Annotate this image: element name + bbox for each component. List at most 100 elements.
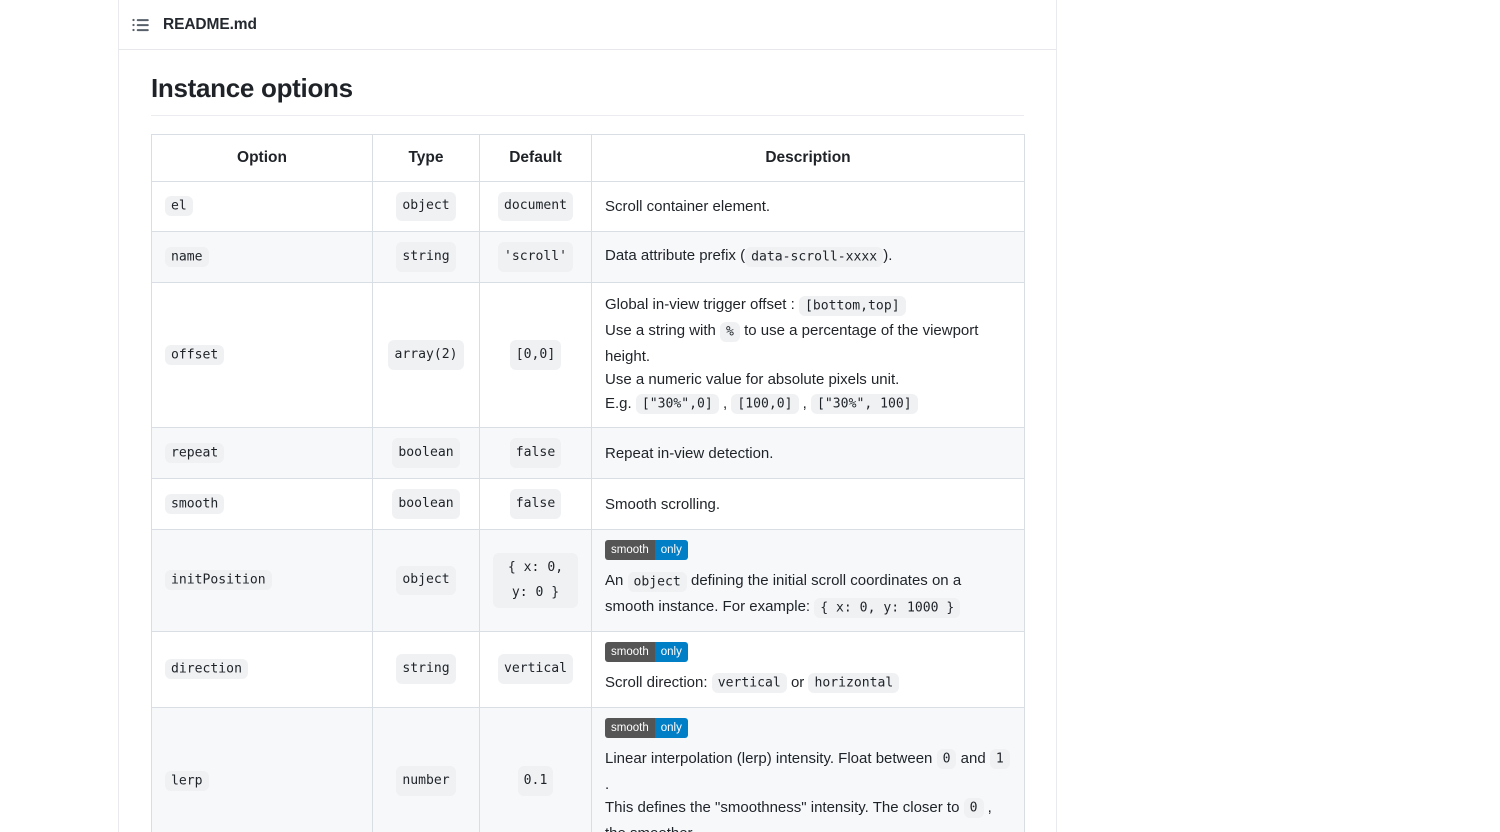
default-code: [0,0]: [509, 340, 562, 371]
description-line: Global in-view trigger offset : [bottom,…: [605, 293, 1011, 319]
type-code: array(2): [388, 340, 464, 371]
default-code: { x: 0, y: 0 }: [493, 553, 578, 608]
description-line: Use a numeric value for absolute pixels …: [605, 371, 900, 389]
cell-default: false: [479, 478, 592, 531]
table-row: lerp number 0.1 smooth only Linear interpolat…: [151, 706, 1025, 832]
markdown-body: Instance options Option Type Default Descri…: [119, 50, 1056, 832]
file-name-label: README.md: [163, 15, 257, 33]
description-line: E.g. ["30%",0] , [100,0] , ["30%", 100]: [605, 392, 1011, 418]
description-line: Use a string with % to use a percentage …: [605, 321, 979, 366]
page-root: README.md Instance options Option Type Def…: [0, 0, 1500, 832]
cell-option: initPosition: [151, 529, 373, 632]
cell-type: boolean: [372, 478, 480, 531]
cell-description: Scroll container element.: [591, 180, 1025, 233]
cell-default: false: [479, 427, 592, 480]
description-line: Smooth scrolling.: [605, 495, 721, 513]
type-code: object: [396, 565, 456, 596]
column-header-option: Option: [151, 133, 373, 182]
cell-default: 'scroll': [479, 231, 592, 284]
inline-code: 0: [963, 798, 984, 819]
default-code: vertical: [497, 654, 574, 685]
badge-label: smooth: [605, 717, 655, 738]
cell-default: { x: 0, y: 0 }: [479, 529, 592, 632]
description-line: smooth only: [605, 717, 1011, 745]
badge-value: only: [654, 540, 688, 561]
cell-default: document: [479, 180, 592, 233]
instance-options-table-wrap: Option Type Default Description el object doc…: [151, 133, 1025, 832]
cell-option: name: [151, 231, 373, 284]
default-code: false: [509, 438, 562, 469]
smooth-only-badge: smooth only: [605, 540, 688, 561]
cell-option: offset: [151, 282, 373, 429]
badge-label: smooth: [605, 641, 655, 662]
table-row: name string 'scroll' Data attribute prefix …: [151, 231, 1025, 284]
smooth-only-badge: smooth only: [605, 641, 688, 662]
option-code: initPosition: [165, 570, 272, 591]
smooth-only-badge: smooth only: [605, 717, 688, 738]
cell-default: vertical: [479, 630, 592, 708]
cell-option: lerp: [151, 706, 373, 832]
default-code: 0.1: [517, 766, 554, 797]
badge-label: smooth: [605, 540, 655, 561]
table-row: smooth boolean false Smooth scrolling.: [151, 478, 1025, 531]
column-header-description: Description: [591, 133, 1025, 182]
description-line: smooth only: [605, 540, 1011, 567]
cell-type: array(2): [372, 282, 480, 429]
type-code: string: [396, 242, 456, 273]
cell-type: object: [372, 529, 480, 632]
column-header-default: Default: [479, 133, 592, 182]
inline-code: 0: [936, 749, 957, 770]
inline-code: [100,0]: [731, 394, 799, 415]
table-header-row: Option Type Default Description: [151, 133, 1025, 182]
page-title: Instance options: [151, 50, 1024, 116]
cell-type: boolean: [372, 427, 480, 480]
type-code: string: [396, 654, 456, 685]
default-code: false: [509, 489, 562, 520]
description-line: Linear interpolation (lerp) intensity. F…: [605, 747, 1011, 796]
description-line: Repeat in-view detection.: [605, 444, 774, 462]
inline-code: { x: 0, y: 1000 }: [814, 597, 961, 618]
inline-code: [bottom,top]: [798, 295, 906, 316]
cell-option: direction: [151, 630, 373, 708]
cell-default: [0,0]: [479, 282, 592, 429]
cell-type: number: [372, 706, 480, 832]
description-line: Scroll container element.: [605, 197, 771, 215]
cell-description: Data attribute prefix (data-scroll-xxxx)…: [591, 231, 1025, 284]
description-line: smooth only: [605, 641, 1011, 669]
cell-description: Smooth scrolling.: [591, 478, 1025, 531]
description-line: This defines the "smoothness" intensity.…: [605, 796, 1011, 832]
table-row: initPosition object { x: 0, y: 0 } smooth on…: [151, 529, 1025, 632]
default-code: 'scroll': [497, 242, 574, 273]
type-code: number: [396, 766, 456, 797]
option-code: direction: [165, 658, 248, 679]
column-header-type: Type: [372, 133, 480, 182]
inline-code: %: [720, 321, 740, 342]
cell-option: el: [151, 180, 373, 233]
table-row: repeat boolean false Repeat in-view detecti…: [151, 427, 1025, 480]
inline-code: ["30%",0]: [635, 394, 719, 415]
description-line: Data attribute prefix (data-scroll-xxxx)…: [605, 244, 1011, 270]
option-code: offset: [165, 344, 225, 365]
option-code: repeat: [165, 442, 225, 463]
table-row: el object document Scroll container element…: [151, 180, 1025, 233]
cell-type: string: [372, 630, 480, 708]
inline-code: data-scroll-xxxx: [745, 246, 884, 267]
option-code: el: [165, 196, 193, 217]
default-code: document: [497, 191, 574, 222]
description-line: Scroll direction: vertical or horizontal: [605, 671, 1011, 697]
file-content-panel: README.md Instance options Option Type Def…: [118, 0, 1057, 832]
cell-description: smooth only Scroll direction: vertical or …: [591, 630, 1025, 708]
description-line: An object defining the initial scroll co…: [605, 569, 1011, 621]
cell-type: string: [372, 231, 480, 284]
type-code: boolean: [392, 438, 460, 469]
cell-description: Repeat in-view detection.: [591, 427, 1025, 480]
table-row: direction string vertical smooth only Scroll …: [151, 630, 1025, 708]
cell-option: smooth: [151, 478, 373, 531]
inline-code: vertical: [711, 673, 787, 694]
cell-option: repeat: [151, 427, 373, 480]
cell-default: 0.1: [479, 706, 592, 832]
option-code: smooth: [165, 493, 225, 514]
instance-options-table: Option Type Default Description el object doc…: [151, 133, 1025, 832]
option-code: lerp: [165, 770, 209, 791]
outline-list-icon[interactable]: [131, 15, 151, 35]
